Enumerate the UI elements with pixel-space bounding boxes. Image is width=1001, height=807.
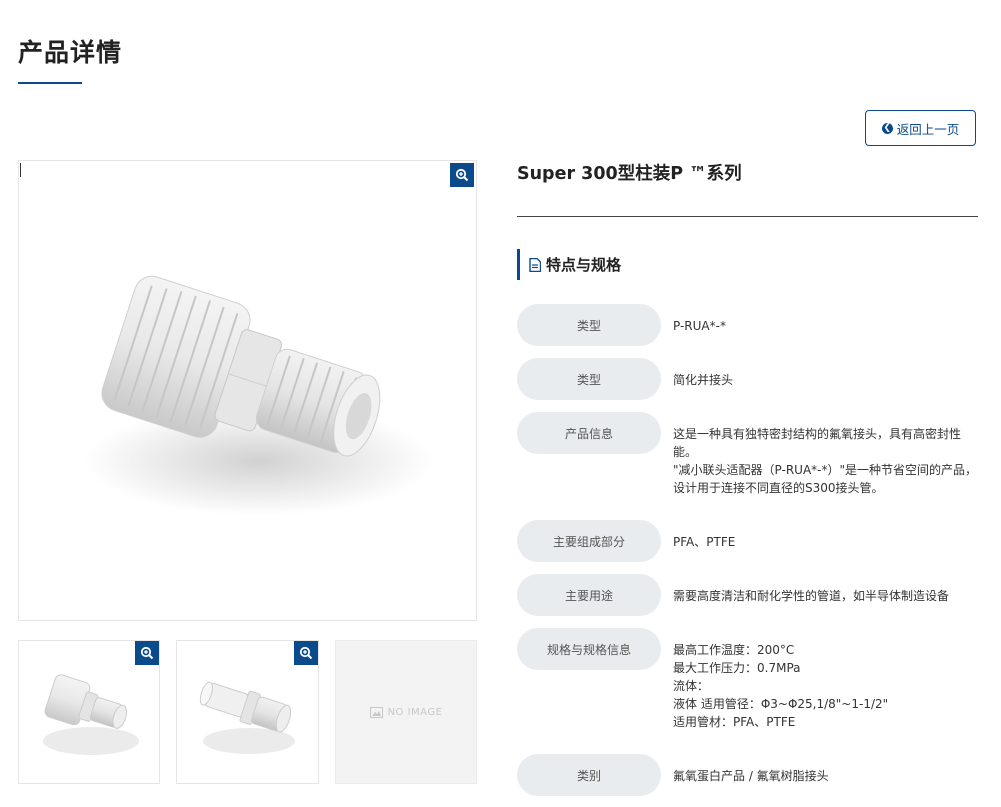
spec-value: 最高工作温度：200°C 最大工作压力：0.7MPa 流体： 液体 适用管径：Φ… xyxy=(673,643,889,729)
spec-label: 产品信息 xyxy=(517,412,661,454)
spec-value: 这是一种具有独特密封结构的氟氧接头，具有高密封性能。 "减小联头适配器（P-RU… xyxy=(673,427,978,495)
spec-value: 需要高度清洁和耐化学性的管道，如半导体制造设备 xyxy=(673,589,950,603)
zoom-button[interactable] xyxy=(135,641,159,665)
back-button[interactable]: ❮ 返回上一页 xyxy=(865,110,976,146)
spec-value: PFA、PTFE xyxy=(673,535,736,549)
spec-label: 类别 xyxy=(517,754,661,796)
thumbnail-3-no-image[interactable]: NO IMAGE xyxy=(335,640,477,784)
main-product-image[interactable] xyxy=(18,160,477,621)
back-button-label: 返回上一页 xyxy=(896,121,960,137)
zoom-button[interactable] xyxy=(294,641,318,665)
union-fitting-image xyxy=(84,275,434,516)
spec-value: P-RUA*-* xyxy=(673,319,726,333)
thumbnail-1[interactable] xyxy=(18,640,160,784)
spec-value: 简化并接头 xyxy=(673,373,734,387)
spec-label: 主要用途 xyxy=(517,574,661,616)
page-title: 产品详情 xyxy=(18,38,123,67)
divider xyxy=(517,216,978,217)
spec-label: 主要组成部分 xyxy=(517,520,661,562)
thumbnail-2[interactable] xyxy=(176,640,319,784)
zoom-in-icon xyxy=(140,646,154,660)
section-title: 特点与规格 xyxy=(546,256,622,274)
zoom-in-icon xyxy=(299,646,313,660)
arrow-left-circle-icon: ❮ xyxy=(881,122,893,134)
spec-label: 规格与规格信息 xyxy=(517,628,661,670)
document-icon xyxy=(529,257,541,272)
no-image-label: NO IMAGE xyxy=(387,706,443,718)
spec-label: 类型 xyxy=(517,358,661,400)
spec-value: 氟氧蛋白产品 / 氟氧树脂接头 xyxy=(673,769,829,783)
title-underline xyxy=(18,82,82,84)
product-title: Super 300型柱装P ™系列 xyxy=(517,164,742,184)
spec-label: 类型 xyxy=(517,304,661,346)
section-header: 特点与规格 xyxy=(517,249,621,280)
image-placeholder-icon xyxy=(369,706,383,718)
